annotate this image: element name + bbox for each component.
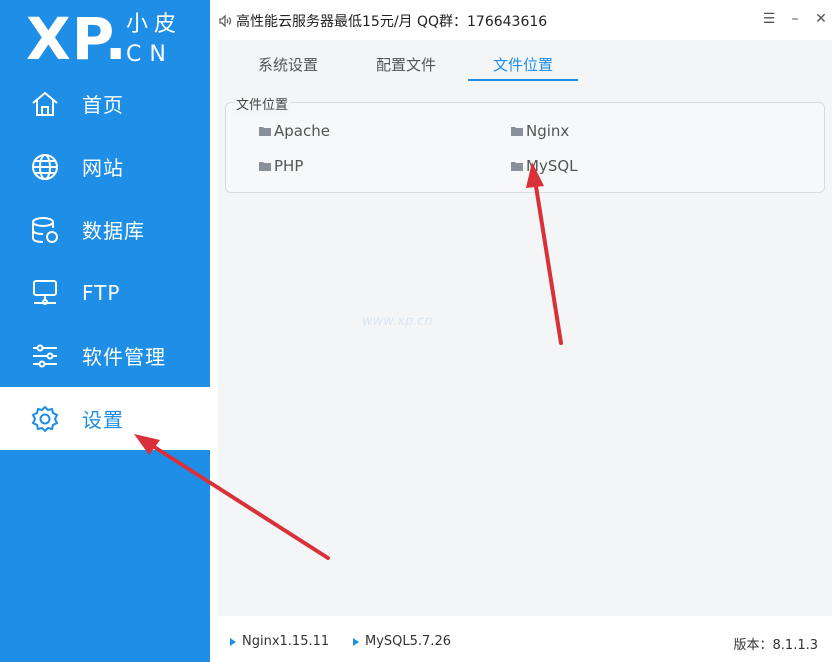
status-nginx-label: Nginx1.15.11 — [242, 634, 330, 649]
window-controls: ☰ – ✕ — [762, 10, 828, 28]
status-mysql-label: MySQL5.7.26 — [365, 634, 451, 649]
watermark: www.xp.cn — [362, 314, 433, 329]
logo-cn-top: 小皮 — [126, 12, 183, 37]
tab-content: 文件位置 Apache Nginx PHP MySQL www.xp.cn — [218, 84, 832, 616]
app-logo: XP. 小皮 CN — [26, 5, 196, 73]
sidebar-item-home[interactable]: 首页 — [0, 72, 210, 135]
titlebar: 高性能云服务器最低15元/月 QQ群：176643616 ☰ – ✕ — [210, 0, 840, 40]
globe-icon — [30, 152, 60, 182]
sidebar-item-label: 网站 — [82, 156, 124, 180]
folder-link-php[interactable]: PHP — [259, 157, 303, 175]
status-bar: Nginx1.15.11 MySQL5.7.26 版本：8.1.1.3 — [210, 620, 840, 662]
sidebar-item-website[interactable]: 网站 — [0, 135, 210, 198]
gear-icon — [30, 404, 60, 434]
menu-button[interactable]: ☰ — [762, 10, 776, 28]
sliders-icon — [30, 341, 60, 371]
tab-bar: 系统设置 配置文件 文件位置 — [218, 40, 832, 84]
folder-label: Apache — [274, 122, 330, 140]
group-title: 文件位置 — [234, 94, 291, 113]
folder-label: MySQL — [526, 157, 578, 175]
folder-link-apache[interactable]: Apache — [259, 122, 330, 140]
logo-cn-bottom: CN — [126, 42, 174, 67]
logo-text: XP. — [26, 5, 128, 73]
home-icon — [30, 89, 60, 119]
sidebar: XP. 小皮 CN 首页 网站 数据库 FTP 软件管理 设置 — [0, 0, 210, 662]
sidebar-item-settings[interactable]: 设置 — [0, 387, 210, 450]
status-nginx[interactable]: Nginx1.15.11 — [230, 634, 329, 649]
ad-notice[interactable]: 高性能云服务器最低15元/月 QQ群：176643616 — [236, 11, 547, 31]
folder-icon — [259, 162, 271, 171]
file-locations-group: 文件位置 Apache Nginx PHP MySQL — [225, 94, 825, 193]
folder-icon — [511, 162, 523, 171]
database-icon — [30, 215, 60, 245]
sidebar-item-label: 软件管理 — [82, 345, 166, 369]
sidebar-item-label: 首页 — [82, 93, 124, 117]
close-button[interactable]: ✕ — [814, 10, 828, 28]
folder-label: Nginx — [526, 122, 570, 140]
status-mysql[interactable]: MySQL5.7.26 — [353, 634, 451, 649]
minimize-button[interactable]: – — [788, 10, 802, 28]
version-label: 版本：8.1.1.3 — [733, 638, 818, 653]
play-icon — [230, 637, 236, 646]
sidebar-item-database[interactable]: 数据库 — [0, 198, 210, 261]
folder-icon — [259, 127, 271, 136]
folder-link-nginx[interactable]: Nginx — [511, 122, 569, 140]
ftp-icon — [30, 278, 60, 308]
folder-label: PHP — [274, 157, 304, 175]
version-info: 版本：8.1.1.3 — [734, 634, 818, 653]
sidebar-item-label: 设置 — [82, 408, 124, 432]
tab-file-locations[interactable]: 文件位置 — [468, 54, 578, 81]
play-icon — [353, 637, 359, 646]
folder-link-mysql[interactable]: MySQL — [511, 157, 578, 175]
sidebar-item-label: FTP — [82, 280, 121, 305]
sidebar-nav: 首页 网站 数据库 FTP 软件管理 设置 — [0, 72, 210, 450]
sidebar-item-software[interactable]: 软件管理 — [0, 324, 210, 387]
speaker-icon — [218, 13, 232, 28]
folder-icon — [511, 127, 523, 136]
tab-system-settings[interactable]: 系统设置 — [246, 54, 330, 81]
tab-config-files[interactable]: 配置文件 — [364, 54, 448, 81]
main-panel: 高性能云服务器最低15元/月 QQ群：176643616 ☰ – ✕ 系统设置 … — [210, 0, 840, 662]
sidebar-item-ftp[interactable]: FTP — [0, 261, 210, 324]
sidebar-item-label: 数据库 — [82, 219, 145, 243]
